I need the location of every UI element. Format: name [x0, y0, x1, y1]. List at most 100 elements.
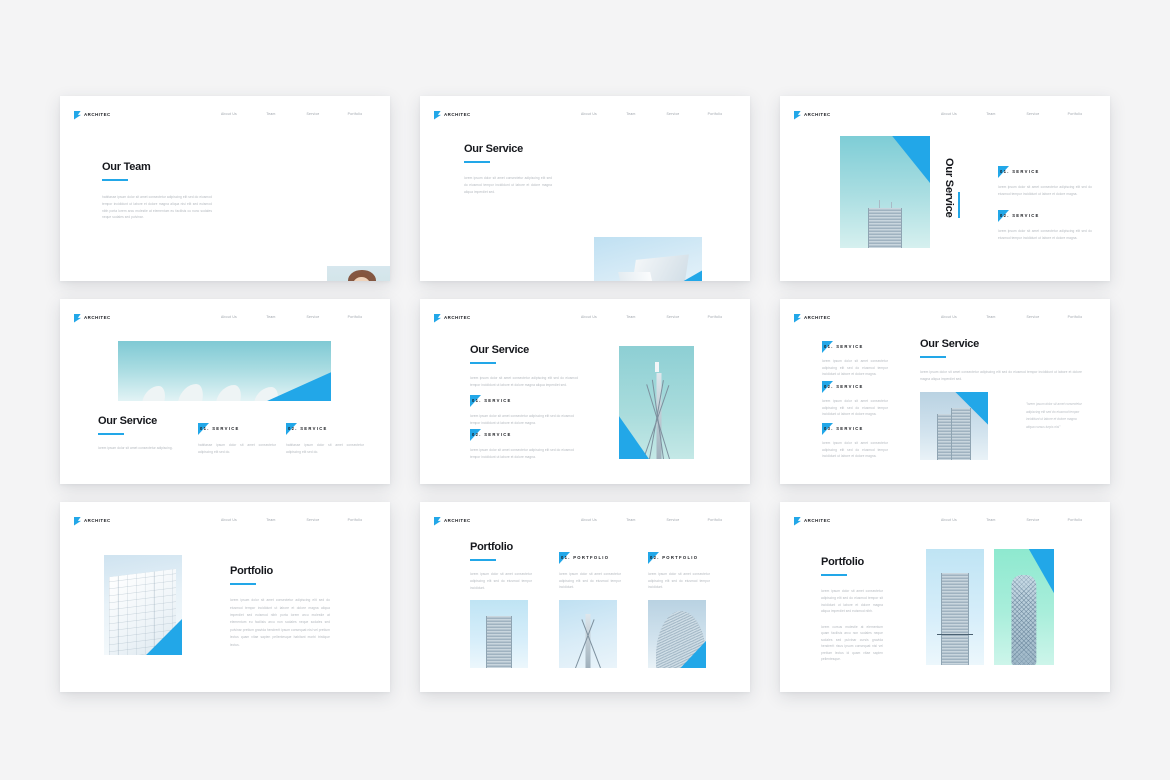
nav-item-team[interactable]: Team	[250, 315, 292, 319]
service-intro-block: Our Service lorem ipsum dolor sit amet c…	[920, 339, 1082, 383]
portfolio-photo-1[interactable]	[926, 549, 984, 665]
title-underline	[470, 362, 496, 365]
brand-name: ARCHITEC	[444, 111, 471, 117]
service-card-2[interactable]: 02. SERVICE lorem ipsum dolor sit amet c…	[822, 381, 888, 418]
service-badge-label: 02. SERVICE	[1000, 212, 1040, 218]
nav-item-service[interactable]: Service	[1012, 518, 1054, 522]
nav-item-portfolio[interactable]: Portfolio	[1054, 315, 1096, 319]
brand-name: ARCHITEC	[444, 314, 471, 320]
nav-item-about-us[interactable]: About Us	[208, 518, 250, 522]
portfolio-card-1[interactable]: 01. PORTFOLIO lorem ipsum dolor sit amet…	[559, 552, 621, 591]
service-card-text: habitasse ipsum dolor sit amet consectet…	[198, 443, 276, 454]
service-card-1[interactable]: 01. SERVICE lorem ipsum dolor sit amet c…	[470, 395, 574, 426]
nav-item-portfolio[interactable]: Portfolio	[334, 112, 376, 116]
vertical-title-group: Our Service	[943, 158, 961, 218]
service-badge-label: 01. SERVICE	[200, 425, 240, 431]
nav-item-about-us[interactable]: About Us	[208, 112, 250, 116]
nav-item-portfolio[interactable]: Portfolio	[694, 518, 736, 522]
portfolio-text-block: Portfolio lorem ipsum dolor sit amet con…	[230, 566, 330, 649]
portfolio-thumb-3[interactable]	[648, 600, 706, 668]
nav-item-portfolio[interactable]: Portfolio	[1054, 112, 1096, 116]
nav-item-team[interactable]: Team	[970, 518, 1012, 522]
slide-our-service-b[interactable]: ARCHITEC About Us Team Service Portfolio…	[780, 96, 1110, 281]
portfolio-thumb-2[interactable]	[559, 600, 617, 668]
service-card-1[interactable]: 01. SERVICE lorem ipsum dolor sit amet c…	[998, 166, 1092, 197]
nav-item-team[interactable]: Team	[970, 315, 1012, 319]
nav-item-portfolio[interactable]: Portfolio	[334, 315, 376, 319]
service-hero-photo	[840, 136, 930, 248]
nav-item-team[interactable]: Team	[250, 518, 292, 522]
nav-item-portfolio[interactable]: Portfolio	[1054, 518, 1096, 522]
nav-item-team[interactable]: Team	[610, 315, 652, 319]
brand-logo[interactable]: ARCHITEC	[434, 313, 471, 323]
slide-our-team[interactable]: ARCHITEC About Us Team Service Portfolio…	[60, 96, 390, 281]
nav-item-about-us[interactable]: About Us	[928, 518, 970, 522]
portfolio-card-2[interactable]: 02. PORTFOLIO lorem ipsum dolor sit amet…	[648, 552, 710, 591]
service-card-2[interactable]: 02. SERVICE lorem ipsum dolor sit amet c…	[470, 429, 574, 460]
nav-item-portfolio[interactable]: Portfolio	[694, 315, 736, 319]
nav-item-about-us[interactable]: About Us	[568, 315, 610, 319]
main-nav: About Us Team Service Portfolio	[568, 315, 736, 319]
nav-item-service[interactable]: Service	[1012, 315, 1054, 319]
nav-item-about-us[interactable]: About Us	[928, 315, 970, 319]
slide-portfolio-a[interactable]: ARCHITEC About Us Team Service Portfolio…	[60, 502, 390, 692]
slide-portfolio-b[interactable]: ARCHITEC About Us Team Service Portfolio…	[420, 502, 750, 692]
accent-triangle	[267, 372, 331, 401]
nav-item-service[interactable]: Service	[292, 112, 334, 116]
brand-logo[interactable]: ARCHITEC	[74, 110, 111, 120]
service-paragraph: lorem ipsum dolor sit amet consectetur a…	[920, 370, 1082, 381]
main-nav: About Us Team Service Portfolio	[568, 518, 736, 522]
brand-logo[interactable]: ARCHITEC	[434, 516, 471, 526]
service-card-3[interactable]: 03. SERVICE lorem ipsum dolor sit amet c…	[822, 423, 888, 460]
portfolio-hero-photo	[104, 555, 182, 655]
nav-item-team[interactable]: Team	[610, 112, 652, 116]
brand-logo[interactable]: ARCHITEC	[794, 313, 831, 323]
nav-item-about-us[interactable]: About Us	[208, 315, 250, 319]
slide-our-service-e[interactable]: ARCHITEC About Us Team Service Portfolio…	[780, 299, 1110, 484]
portfolio-badge: 02. PORTFOLIO	[648, 552, 710, 564]
brand-logo[interactable]: ARCHITEC	[74, 516, 111, 526]
page-title: Our Service	[464, 143, 524, 155]
service-card-text: lorem ipsum dolor sit amet consectetur a…	[822, 399, 888, 417]
flag-mark-icon	[794, 110, 801, 120]
service-intro-block: Our Service lorem ipsum dolor sit amet c…	[464, 144, 552, 195]
page-title: Our Service	[98, 415, 158, 427]
service-card-2[interactable]: 02. SERVICE habitasse ipsum dolor sit am…	[286, 423, 364, 455]
nav-item-service[interactable]: Service	[652, 518, 694, 522]
brand-name: ARCHITEC	[444, 517, 471, 523]
service-paragraph: lorem ipsum dolor sit amet consectetur a…	[470, 376, 578, 387]
nav-item-about-us[interactable]: About Us	[928, 112, 970, 116]
brand-logo[interactable]: ARCHITEC	[434, 110, 471, 120]
slide-our-service-d[interactable]: ARCHITEC About Us Team Service Portfolio…	[420, 299, 750, 484]
nav-item-portfolio[interactable]: Portfolio	[694, 112, 736, 116]
nav-item-portfolio[interactable]: Portfolio	[334, 518, 376, 522]
nav-item-team[interactable]: Team	[250, 112, 292, 116]
nav-item-service[interactable]: Service	[1012, 112, 1054, 116]
brand-logo[interactable]: ARCHITEC	[794, 516, 831, 526]
brand-logo[interactable]: ARCHITEC	[794, 110, 831, 120]
main-nav: About Us Team Service Portfolio	[208, 112, 376, 116]
nav-item-team[interactable]: Team	[970, 112, 1012, 116]
nav-item-service[interactable]: Service	[292, 518, 334, 522]
nav-item-about-us[interactable]: About Us	[568, 112, 610, 116]
brand-logo[interactable]: ARCHITEC	[74, 313, 111, 323]
service-badge-label: 02. SERVICE	[288, 425, 328, 431]
slide-header: ARCHITEC About Us Team Service Portfolio	[794, 514, 1096, 528]
flag-mark-icon	[794, 516, 801, 526]
portfolio-photo-2[interactable]	[994, 549, 1054, 665]
slide-portfolio-c[interactable]: ARCHITEC About Us Team Service Portfolio…	[780, 502, 1110, 692]
slide-our-service-c[interactable]: ARCHITEC About Us Team Service Portfolio…	[60, 299, 390, 484]
nav-item-service[interactable]: Service	[652, 315, 694, 319]
brand-name: ARCHITEC	[84, 517, 111, 523]
nav-item-service[interactable]: Service	[652, 112, 694, 116]
slide-our-service-a[interactable]: ARCHITEC About Us Team Service Portfolio…	[420, 96, 750, 281]
nav-item-team[interactable]: Team	[610, 518, 652, 522]
service-card-2[interactable]: 02. SERVICE lorem ipsum dolor sit amet c…	[998, 210, 1092, 241]
portfolio-thumb-1[interactable]	[470, 600, 528, 668]
service-card-text: lorem ipsum dolor sit amet consectetur a…	[470, 448, 574, 459]
nav-item-about-us[interactable]: About Us	[568, 518, 610, 522]
service-badge-label: 01. SERVICE	[472, 397, 512, 403]
service-card-1[interactable]: 01. SERVICE lorem ipsum dolor sit amet c…	[822, 341, 888, 378]
nav-item-service[interactable]: Service	[292, 315, 334, 319]
service-card-1[interactable]: 01. SERVICE habitasse ipsum dolor sit am…	[198, 423, 276, 455]
